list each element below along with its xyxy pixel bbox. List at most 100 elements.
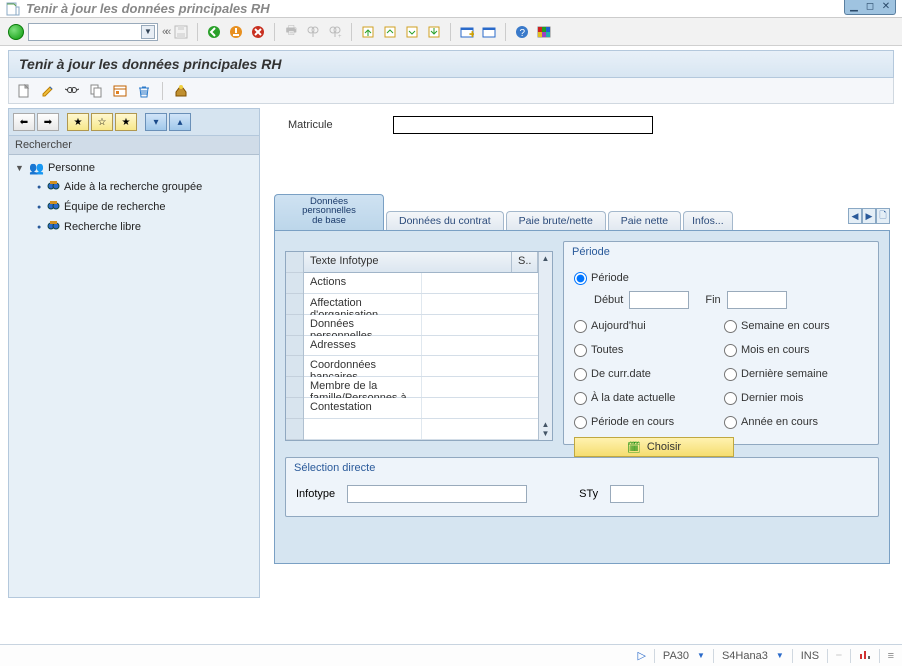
- enter-icon[interactable]: [8, 24, 24, 40]
- selection-directe-group: Sélection directe Infotype STy: [285, 457, 879, 517]
- tab-donnees-base[interactable]: Données personnelles de base: [274, 194, 384, 231]
- table-row[interactable]: Actions: [304, 273, 538, 294]
- dropdown-icon[interactable]: ▼: [776, 651, 784, 660]
- radio-label: Période: [591, 272, 629, 284]
- delete-icon[interactable]: [135, 82, 153, 100]
- exit-icon[interactable]: [227, 23, 245, 41]
- overview-icon[interactable]: [172, 82, 190, 100]
- table-row[interactable]: [304, 419, 538, 440]
- radio-toutes[interactable]: Toutes: [574, 339, 724, 361]
- radio-dateact[interactable]: À la date actuelle: [574, 387, 724, 409]
- back-icon[interactable]: [205, 23, 223, 41]
- collapse-icon[interactable]: ««: [162, 26, 168, 38]
- tab-label: Données du contrat: [399, 215, 491, 227]
- choose-button[interactable]: 🗓 Choisir: [574, 437, 734, 457]
- tab-paie-nette[interactable]: Paie nette: [608, 211, 681, 231]
- next-page-icon[interactable]: [403, 23, 421, 41]
- scroll-up-icon[interactable]: ▲: [542, 254, 550, 263]
- radio-periode[interactable]: Période: [574, 267, 868, 289]
- radio-percours[interactable]: Période en cours: [574, 411, 724, 433]
- command-field[interactable]: ▼: [28, 23, 158, 41]
- status-chart-icon[interactable]: [859, 648, 871, 663]
- tree-label: Équipe de recherche: [64, 201, 166, 213]
- scroll-up2-icon[interactable]: ▲: [542, 420, 550, 429]
- find-next-icon[interactable]: +: [326, 23, 344, 41]
- radio-mois[interactable]: Mois en cours: [724, 339, 874, 361]
- table-row[interactable]: Membre de la famille/Personnes à charge: [304, 377, 538, 398]
- minimize-button[interactable]: ▁: [846, 0, 862, 13]
- sty-input[interactable]: [610, 485, 644, 503]
- dropdown-icon[interactable]: ▼: [697, 651, 705, 660]
- radio-aujourdhui[interactable]: Aujourd'hui: [574, 315, 724, 337]
- edit-icon[interactable]: [39, 82, 57, 100]
- tab-strip: Données personnelles de base Données du …: [274, 208, 890, 230]
- save-icon[interactable]: [172, 23, 190, 41]
- radio-dernmois[interactable]: Dernier mois: [724, 387, 874, 409]
- radio-currdate[interactable]: De curr.date: [574, 363, 724, 385]
- binoculars-icon: [47, 219, 60, 235]
- col-texte-infotype[interactable]: Texte Infotype: [304, 252, 512, 272]
- radio-dernsem[interactable]: Dernière semaine: [724, 363, 874, 385]
- nav-forward-button[interactable]: ➡: [37, 113, 59, 131]
- scroll-down-icon[interactable]: ▼: [542, 429, 550, 438]
- delimit-icon[interactable]: [111, 82, 129, 100]
- close-button[interactable]: ✕: [878, 0, 894, 13]
- maximize-button[interactable]: ◻: [862, 0, 878, 13]
- col-status[interactable]: S..: [512, 252, 538, 272]
- status-tcode: PA30: [663, 650, 689, 662]
- table-row[interactable]: Adresses: [304, 336, 538, 357]
- table-row[interactable]: Affectation d'organisation: [304, 294, 538, 315]
- page-title: Tenir à jour les données principales RH: [8, 50, 894, 78]
- debut-input[interactable]: [629, 291, 689, 309]
- tree-label: Recherche libre: [64, 221, 141, 233]
- collapse-toggle-icon[interactable]: ▼: [15, 163, 25, 173]
- fav-del-button[interactable]: ★: [115, 113, 137, 131]
- prev-page-icon[interactable]: [381, 23, 399, 41]
- cell: Adresses: [304, 336, 422, 356]
- find-icon[interactable]: [304, 23, 322, 41]
- nav-back-button[interactable]: ⬅: [13, 113, 35, 131]
- tab-list-button[interactable]: 🗋: [876, 208, 890, 224]
- tab-infos[interactable]: Infos...: [683, 211, 733, 231]
- help-icon[interactable]: ?: [513, 23, 531, 41]
- tree-child[interactable]: ● Aide à la recherche groupée: [9, 177, 259, 197]
- table-row[interactable]: Coordonnées bancaires: [304, 356, 538, 377]
- create-icon[interactable]: [15, 82, 33, 100]
- display-icon[interactable]: [63, 82, 81, 100]
- fav-add-button[interactable]: ★: [67, 113, 89, 131]
- matricule-input[interactable]: [393, 116, 653, 134]
- tab-paie-brute[interactable]: Paie brute/nette: [506, 211, 606, 231]
- application-toolbar: [8, 78, 894, 104]
- radio-semaine[interactable]: Semaine en cours: [724, 315, 874, 337]
- customize-icon[interactable]: [535, 23, 553, 41]
- status-system: S4Hana3: [722, 650, 768, 662]
- tab-donnees-contrat[interactable]: Données du contrat: [386, 211, 504, 231]
- cancel-icon[interactable]: [249, 23, 267, 41]
- new-session-icon[interactable]: ✚: [458, 23, 476, 41]
- print-icon[interactable]: 🖶: [282, 23, 300, 41]
- radio-annee[interactable]: Année en cours: [724, 411, 874, 433]
- last-page-icon[interactable]: [425, 23, 443, 41]
- tab-scroll-left[interactable]: ◀: [848, 208, 862, 224]
- dropdown-icon[interactable]: ▼: [141, 25, 155, 39]
- layout-icon[interactable]: [480, 23, 498, 41]
- fav-button[interactable]: ☆: [91, 113, 113, 131]
- status-nav-icon[interactable]: ▷: [637, 649, 645, 662]
- copy-icon[interactable]: [87, 82, 105, 100]
- window-bar: Tenir à jour les données principales RH …: [0, 0, 902, 18]
- radio-periode-input[interactable]: [574, 272, 587, 285]
- infotype-input[interactable]: [347, 485, 527, 503]
- tree-root-personne[interactable]: ▼ 👥 Personne: [9, 159, 259, 177]
- vertical-scrollbar[interactable]: ▲ ▲ ▼: [538, 252, 552, 440]
- collapse-button[interactable]: ▴: [169, 113, 191, 131]
- expand-button[interactable]: ▾: [145, 113, 167, 131]
- status-settings-icon[interactable]: ≡: [888, 650, 894, 662]
- tree-child[interactable]: ● Équipe de recherche: [9, 197, 259, 217]
- tree-child[interactable]: ● Recherche libre: [9, 217, 259, 237]
- first-page-icon[interactable]: [359, 23, 377, 41]
- table-row[interactable]: Contestation: [304, 398, 538, 419]
- tab-scroll-right[interactable]: ▶: [862, 208, 876, 224]
- table-header: Texte Infotype S..: [304, 252, 538, 273]
- table-row[interactable]: Données personnelles: [304, 315, 538, 336]
- fin-input[interactable]: [727, 291, 787, 309]
